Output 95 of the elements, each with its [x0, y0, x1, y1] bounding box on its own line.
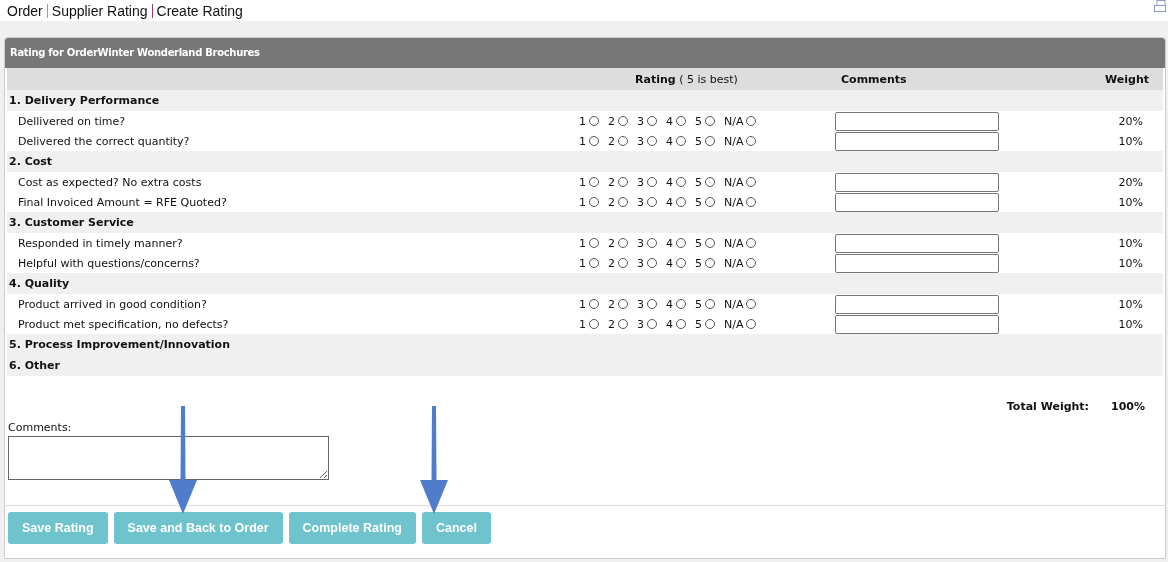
rating-option-label: 5	[695, 114, 702, 128]
rating-option-label: 4	[666, 175, 673, 189]
rating-option-label: 2	[608, 175, 615, 189]
rating-option-label: 3	[637, 134, 644, 148]
rating-option-label: N/A	[724, 297, 744, 311]
comment-field[interactable]	[835, 294, 999, 314]
column-header: Rating ( 5 is best)	[634, 72, 739, 86]
rating-option-label: 5	[695, 256, 702, 270]
rating-option-label: 3	[637, 175, 644, 189]
breadcrumb-separator	[46, 3, 48, 18]
weight-value: 10%	[1117, 297, 1144, 311]
weight-value: 20%	[1117, 175, 1144, 189]
rating-option-label: N/A	[724, 134, 744, 148]
rating-option-label: 1	[579, 297, 586, 311]
comment-field[interactable]	[835, 172, 999, 192]
rating-option-label: 3	[637, 114, 644, 128]
weight-value: 20%	[1117, 114, 1144, 128]
comment-field[interactable]	[835, 192, 999, 212]
rating-option-label: 5	[695, 175, 702, 189]
question-label: Delivered the correct quantity?	[17, 134, 191, 148]
rating-option-label: 2	[608, 114, 615, 128]
rating-option-label: 2	[608, 236, 615, 250]
rating-option-label: 3	[637, 195, 644, 209]
category-title: 4. Quality	[9, 277, 70, 290]
rating-option-label: 2	[608, 195, 615, 209]
rating-option-label: 4	[666, 195, 673, 209]
comment-field[interactable]	[835, 253, 999, 273]
weight-value: 10%	[1117, 195, 1144, 209]
rating-option-label: 1	[579, 175, 586, 189]
rating-option-label: 4	[666, 114, 673, 128]
rating-option-label: 1	[579, 195, 586, 209]
rating-option-label: 3	[637, 236, 644, 250]
rating-option-label: N/A	[724, 256, 744, 270]
comments-label: Comments:	[8, 421, 72, 434]
rating-option-label: 5	[695, 134, 702, 148]
comment-field[interactable]	[835, 131, 999, 151]
category-title: 5. Process Improvement/Innovation	[9, 338, 230, 351]
breadcrumb-item[interactable]: Create Rating	[156, 2, 243, 19]
question-label: Helpful with questions/concerns?	[17, 256, 201, 270]
action-button[interactable]: Complete Rating	[288, 512, 416, 544]
rating-option-label: 3	[637, 317, 644, 331]
rating-option-label: 4	[666, 236, 673, 250]
question-label: Product arrived in good condition?	[17, 297, 208, 311]
rating-option-label: N/A	[724, 175, 744, 189]
category-title: 3. Customer Service	[9, 216, 134, 229]
weight-value: 10%	[1117, 236, 1144, 250]
rating-option-label: 1	[579, 256, 586, 270]
rating-option-label: 1	[579, 236, 586, 250]
panel-title: Rating for OrderWinter Wonderland Brochures	[5, 38, 1165, 68]
column-header: Weight	[1104, 72, 1150, 86]
category-title: 6. Other	[9, 359, 60, 372]
comment-field[interactable]	[835, 233, 999, 253]
rating-option-label: 4	[666, 256, 673, 270]
breadcrumb-separator	[151, 3, 153, 18]
rating-option-label: N/A	[724, 114, 744, 128]
rating-option-label: N/A	[724, 195, 744, 209]
total-weight-value: 100%	[1111, 400, 1145, 413]
question-label: Final Invoiced Amount = RFE Quoted?	[17, 195, 228, 209]
weight-value: 10%	[1117, 134, 1144, 148]
rating-option-label: 5	[695, 317, 702, 331]
rating-option-label: 4	[666, 134, 673, 148]
question-label: Product met specification, no defects?	[17, 317, 230, 331]
rating-option-label: N/A	[724, 236, 744, 250]
rating-option-label: 2	[608, 134, 615, 148]
category-title: 1. Delivery Performance	[9, 94, 160, 107]
rating-option-label: 3	[637, 297, 644, 311]
weight-value: 10%	[1117, 256, 1144, 270]
comment-field[interactable]	[835, 314, 999, 334]
column-header: Comments	[840, 72, 908, 86]
rating-option-label: 3	[637, 256, 644, 270]
rating-option-label: 1	[579, 134, 586, 148]
weight-value: 10%	[1117, 317, 1144, 331]
rating-option-label: 2	[608, 256, 615, 270]
action-button[interactable]: Save Rating	[8, 512, 108, 544]
rating-option-label: 1	[579, 114, 586, 128]
total-weight-label: Total Weight:	[1006, 400, 1089, 413]
rating-option-label: 2	[608, 317, 615, 331]
breadcrumb-item[interactable]: Supplier Rating	[51, 2, 148, 19]
rating-option-label: 2	[608, 297, 615, 311]
comments-field[interactable]	[8, 436, 329, 480]
rating-option-label: 4	[666, 317, 673, 331]
rating-option-label: 5	[695, 236, 702, 250]
rating-option-label: 5	[695, 297, 702, 311]
rating-option-label: 4	[666, 297, 673, 311]
action-button[interactable]: Cancel	[421, 512, 491, 544]
question-label: Cost as expected? No extra costs	[17, 175, 203, 189]
question-label: Responded in timely manner?	[17, 236, 184, 250]
breadcrumb-item[interactable]: Order	[7, 2, 43, 19]
rating-option-label: 5	[695, 195, 702, 209]
rating-option-label: 1	[579, 317, 586, 331]
category-title: 2. Cost	[9, 155, 53, 168]
action-button[interactable]: Save and Back to Order	[113, 512, 283, 544]
comment-field[interactable]	[835, 111, 999, 131]
rating-option-label: N/A	[724, 317, 744, 331]
question-label: Dellivered on time?	[17, 114, 127, 128]
